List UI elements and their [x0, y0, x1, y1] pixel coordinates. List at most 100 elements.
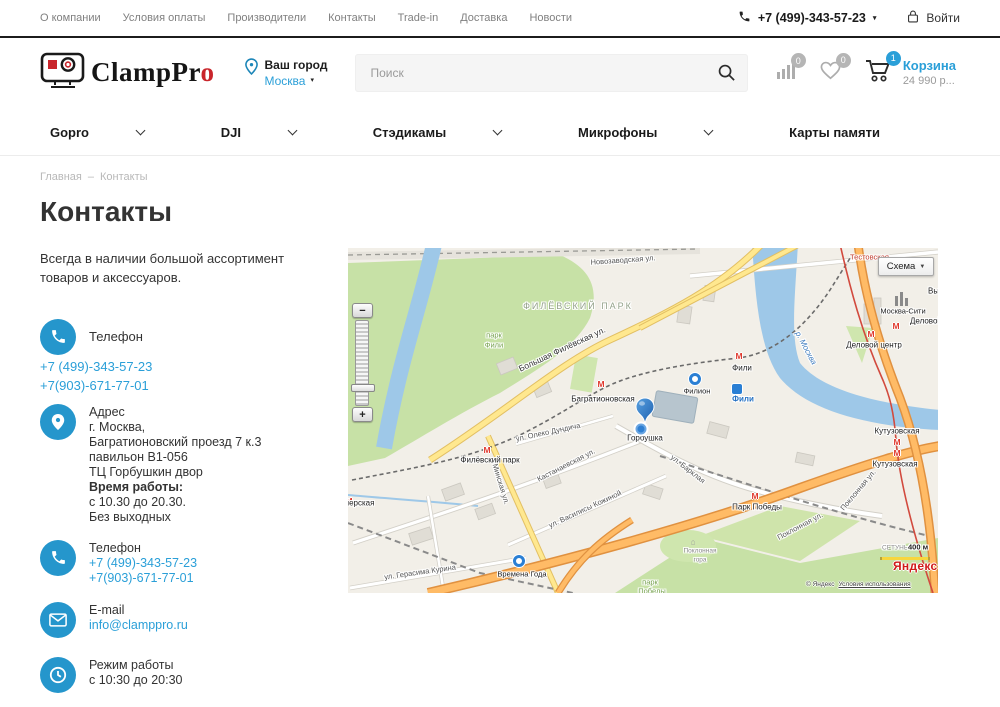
login-button[interactable]: Войти: [906, 9, 960, 27]
location-pin-icon: [40, 404, 76, 440]
compare-button[interactable]: 0: [776, 61, 796, 84]
map-label: Горбушка: [627, 434, 663, 443]
address-line: Багратионовский проезд 7 к.3: [89, 435, 261, 450]
breadcrumb-separator: –: [88, 171, 94, 183]
metro-icon: М: [483, 445, 490, 455]
search-bar: [355, 54, 747, 92]
city-name: Москва: [265, 74, 306, 88]
contacts-column: Всегда в наличии большой ассортимент тов…: [40, 248, 342, 707]
nav-item-gopro[interactable]: Gopro: [50, 125, 144, 140]
map-label: Кутузовская: [874, 427, 919, 436]
breadcrumb-current: Контакты: [100, 171, 148, 183]
map-label: парк: [642, 578, 658, 587]
address-line: павильон В1-056: [89, 450, 261, 465]
compare-bars-icon: [776, 66, 796, 83]
intro-text: Всегда в наличии большой ассортимент тов…: [40, 250, 332, 288]
location-pin-icon: [245, 58, 258, 88]
nav-item-microphones[interactable]: Микрофоны: [578, 125, 712, 140]
email-link[interactable]: info@clamppro.ru: [89, 618, 188, 633]
topbar-link-manufacturers[interactable]: Производители: [227, 12, 306, 24]
topbar-link-news[interactable]: Новости: [529, 12, 572, 24]
yandex-map[interactable]: Новозаводская ул. ФИЛЁВСКИЙ ПАРК парк Фи…: [348, 248, 938, 593]
phone-link[interactable]: +7(903)-671-77-01: [40, 376, 342, 395]
map-layer-button[interactable]: Схема▼: [878, 257, 934, 276]
phone-numbers: +7 (499)-343-57-23 +7(903)-671-77-01: [40, 357, 342, 395]
cart-icon: [865, 69, 891, 86]
topbar-phone[interactable]: +7 (499)-343-57-23 ▾: [738, 10, 877, 26]
zoom-out-button[interactable]: −: [352, 303, 373, 318]
email-label: E-mail: [89, 603, 188, 618]
topbar-link-delivery[interactable]: Доставка: [460, 12, 507, 24]
heart-icon: [820, 67, 841, 84]
metro-icon: М: [867, 329, 874, 339]
city-label: Ваш город: [265, 58, 328, 72]
map-label: Победы: [638, 587, 666, 594]
contact-block-address: Адрес г. Москва, Багратионовский проезд …: [40, 404, 342, 525]
map-label: Выставочная: [928, 287, 938, 296]
page-title: Контакты: [40, 196, 960, 228]
main-nav: Gopro DJI Стэдикамы Микрофоны Карты памя…: [0, 109, 1000, 156]
metro-icon: М: [893, 448, 900, 458]
nav-item-memory-cards[interactable]: Карты памяти: [789, 125, 880, 140]
poi-circle-icon: [513, 555, 525, 567]
topbar-link-contacts[interactable]: Контакты: [328, 12, 376, 24]
map-label: гора: [693, 557, 706, 564]
map-attribution: © Яндекс Условия использования: [806, 581, 911, 588]
header: ClampPro Ваш город Москва▾ 0 0: [0, 38, 1000, 109]
logo[interactable]: ClampPro: [40, 49, 215, 96]
breadcrumb: Главная – Контакты: [40, 171, 960, 183]
map-terms-link[interactable]: Условия использования: [838, 581, 910, 588]
map-label: парк: [486, 331, 502, 340]
cart-count-badge: 1: [886, 51, 901, 66]
yandex-logo[interactable]: Яндекс: [893, 559, 938, 573]
topbar-phone-number: +7 (499)-343-57-23: [758, 11, 866, 25]
caret-down-icon: ▼: [919, 264, 925, 270]
topbar-link-payment[interactable]: Условия оплаты: [123, 12, 206, 24]
metro-icon: М: [597, 379, 604, 389]
map-label: Поклонная: [684, 548, 717, 555]
house-icon: ⌂: [691, 538, 696, 547]
map-scale-value: 400 м: [908, 543, 928, 552]
zoom-slider-handle[interactable]: [351, 384, 375, 392]
contact-block-email: E-mail info@clamppro.ru: [40, 602, 342, 638]
cart-button[interactable]: 1 Корзина 24 990 р...: [865, 58, 956, 87]
cart-total: 24 990 р...: [903, 75, 956, 87]
lock-icon: [906, 9, 920, 27]
map-label: Филёвский парк: [460, 456, 519, 465]
search-icon: [717, 70, 736, 85]
map-label: Фили: [485, 341, 503, 350]
zoom-slider-track[interactable]: [355, 320, 369, 406]
phone-link[interactable]: +7 (499)-343-57-23: [40, 357, 342, 376]
compare-count-badge: 0: [791, 53, 806, 68]
map-label: Филион: [684, 387, 711, 396]
nav-item-steadicams[interactable]: Стэдикамы: [373, 125, 501, 140]
breadcrumb-home[interactable]: Главная: [40, 171, 82, 183]
search-button[interactable]: [717, 63, 736, 85]
nav-item-dji[interactable]: DJI: [221, 125, 296, 140]
action-camera-icon: [40, 49, 88, 96]
zoom-in-button[interactable]: +: [352, 407, 373, 422]
map-label: Багратионовская: [571, 395, 634, 404]
wishlist-button[interactable]: 0: [820, 61, 841, 85]
map-label: Времена Года: [497, 570, 546, 579]
chevron-down-icon: [704, 125, 714, 135]
topbar-right: +7 (499)-343-57-23 ▾ Войти: [738, 9, 960, 27]
city-selector[interactable]: Ваш город Москва▾: [245, 58, 328, 88]
phone-block-label: Телефон: [89, 329, 143, 344]
chevron-down-icon: ▾: [873, 15, 877, 22]
cart-label: Корзина: [903, 58, 956, 73]
map-placemark-pin[interactable]: [635, 397, 655, 425]
envelope-icon: [40, 602, 76, 638]
chevron-down-icon: [493, 125, 503, 135]
metro-icon: М: [735, 351, 742, 361]
map-copyright: © Яндекс: [806, 581, 834, 588]
phone-link[interactable]: +7(903)-671-77-01: [89, 571, 197, 586]
phone-link[interactable]: +7 (499)-343-57-23: [89, 556, 197, 571]
topbar-link-tradein[interactable]: Trade-in: [398, 12, 439, 24]
topbar-link-about[interactable]: О компании: [40, 12, 101, 24]
search-input[interactable]: [355, 54, 747, 92]
contact-block-phone: Телефон: [40, 319, 342, 355]
worktime-value: с 10.30 до 20.30.: [89, 495, 261, 510]
contact-block-schedule: Режим работы с 10:30 до 20:30: [40, 657, 342, 693]
address-label: Адрес: [89, 405, 261, 420]
